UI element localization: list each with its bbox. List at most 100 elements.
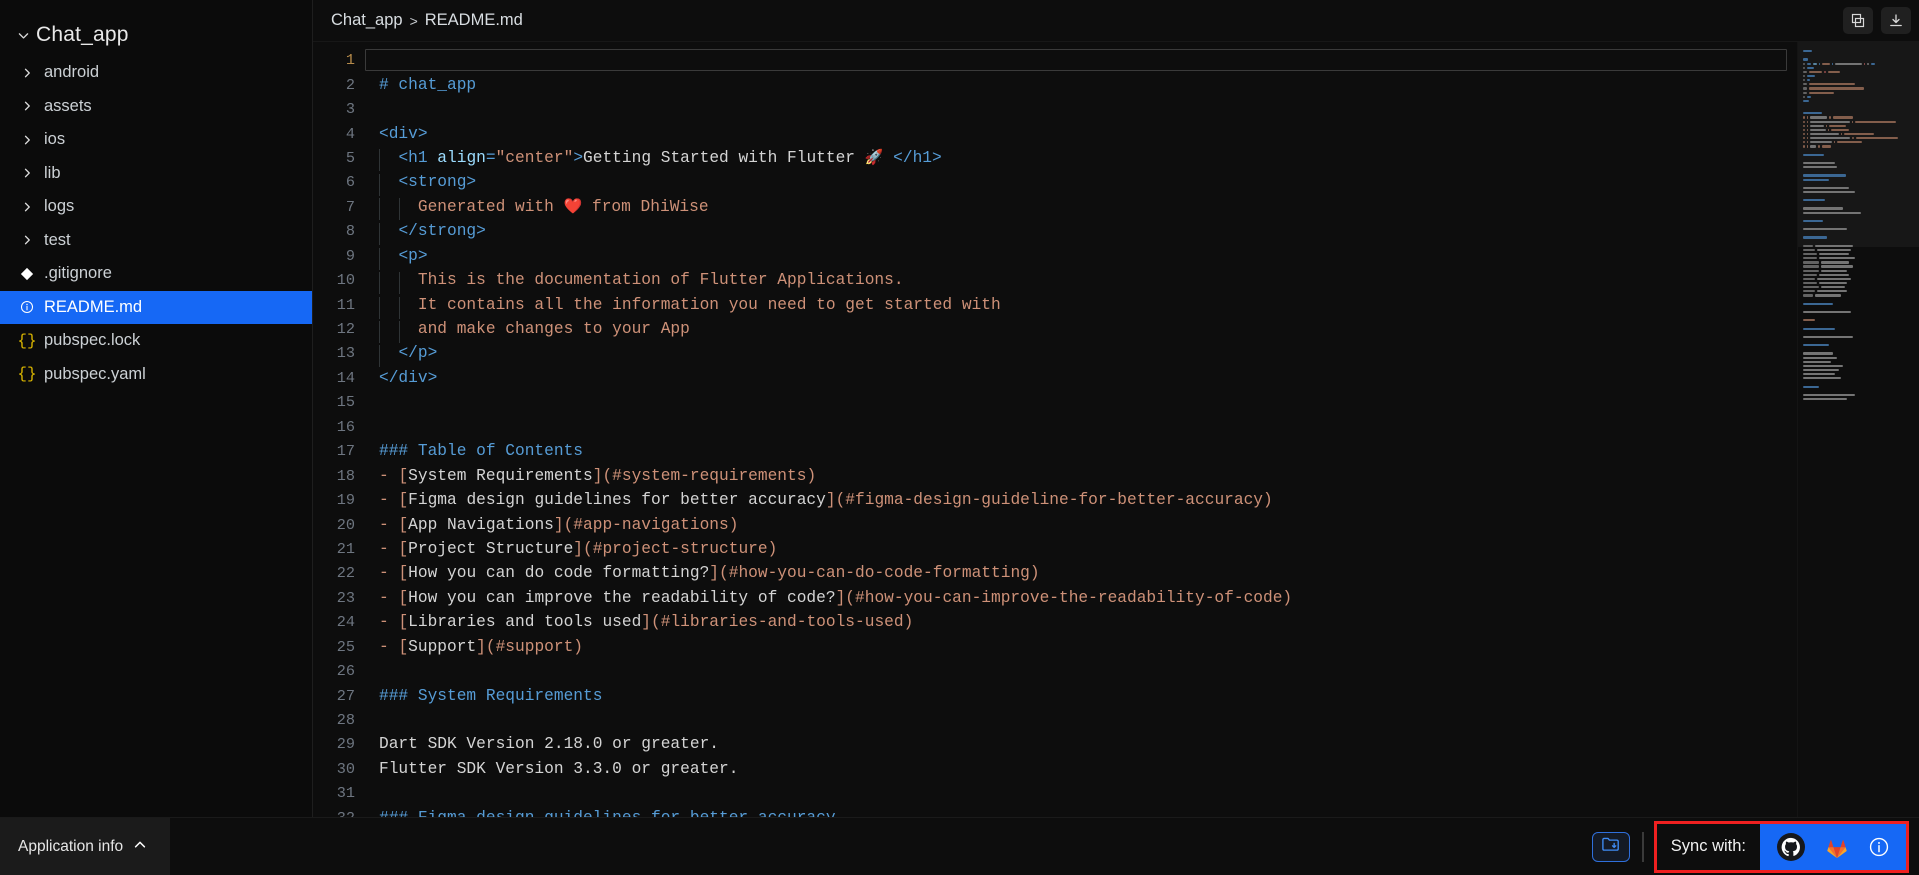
git-icon xyxy=(16,267,38,281)
minimap-segment xyxy=(1803,236,1827,239)
minimap-segment xyxy=(1806,145,1809,148)
code-token: (#support) xyxy=(485,637,584,656)
code-token: = xyxy=(485,149,496,168)
code-line[interactable]: 28 xyxy=(313,708,1797,732)
sidebar-item-gitignore[interactable]: .gitignore xyxy=(0,257,312,291)
indent-guide xyxy=(379,198,380,221)
minimap-line xyxy=(1803,248,1914,252)
code-token: ] xyxy=(641,613,652,632)
code-token: Figma design guidelines for better accur… xyxy=(408,491,826,510)
line-number: 30 xyxy=(336,759,355,778)
line-number: 31 xyxy=(336,784,355,803)
code-line[interactable]: 31 xyxy=(313,781,1797,805)
code-line[interactable]: 1 xyxy=(313,48,1797,72)
chevron-right-icon[interactable] xyxy=(16,201,38,213)
code-line[interactable]: 32 ### Figma design guidelines for better… xyxy=(313,806,1797,817)
sidebar-item-readme-md[interactable]: README.md xyxy=(0,290,312,324)
code-line[interactable]: 22 - [How you can do code formatting?](#h… xyxy=(313,561,1797,585)
code-line[interactable]: 9 <p> xyxy=(313,244,1797,270)
code-line[interactable]: 27 ### System Requirements xyxy=(313,683,1797,707)
sidebar-item-ios[interactable]: ios xyxy=(0,123,312,157)
minimap[interactable] xyxy=(1797,42,1919,817)
code-line[interactable]: 23 - [How you can improve the readability… xyxy=(313,586,1797,610)
minimap-segment xyxy=(1829,124,1846,127)
minimap-segment xyxy=(1803,360,1831,363)
code-editor[interactable]: 1 2 # chat_app 3 4 <div> 5 <h1 align="center">… xyxy=(313,42,1797,817)
code-line[interactable]: 4 <div> xyxy=(313,121,1797,145)
code-line[interactable]: 6 <strong> xyxy=(313,170,1797,197)
minimap-segment xyxy=(1803,393,1855,396)
sidebar-item-lib[interactable]: lib xyxy=(0,157,312,191)
application-info-button[interactable]: Application info xyxy=(0,817,170,875)
code-line[interactable]: 30 Flutter SDK Version 3.3.0 or greater. xyxy=(313,757,1797,781)
sidebar-item-pubspec-lock[interactable]: {} pubspec.lock xyxy=(0,324,312,358)
code-line[interactable]: 17 ### Table of Contents xyxy=(313,439,1797,463)
code-line[interactable]: 7 Generated with ❤️ from DhiWise xyxy=(313,195,1797,221)
markdown-info-icon xyxy=(16,300,38,314)
code-line[interactable]: 29 Dart SDK Version 2.18.0 or greater. xyxy=(313,732,1797,756)
code-line[interactable]: 21 - [Project Structure](#project-structu… xyxy=(313,537,1797,561)
code-line[interactable]: 20 - [App Navigations](#app-navigations) xyxy=(313,512,1797,536)
project-root-row[interactable]: Chat_app xyxy=(0,14,312,56)
minimap-segment xyxy=(1803,352,1833,355)
chevron-right-icon[interactable] xyxy=(16,67,38,79)
minimap-line xyxy=(1803,381,1914,384)
chevron-right-icon[interactable] xyxy=(16,234,38,246)
line-number: 9 xyxy=(345,246,355,265)
code-token: ] xyxy=(573,539,584,558)
code-line[interactable]: 2 # chat_app xyxy=(313,72,1797,96)
code-line[interactable]: 24 - [Libraries and tools used](#librarie… xyxy=(313,610,1797,634)
code-token: [ xyxy=(398,613,409,632)
code-line[interactable]: 15 xyxy=(313,390,1797,414)
sidebar-item-pubspec-yaml[interactable]: {} pubspec.yaml xyxy=(0,358,312,392)
minimap-segment xyxy=(1803,319,1815,322)
code-token: # chat_app xyxy=(379,75,477,94)
code-line[interactable]: 10 This is the documentation of Flutter … xyxy=(313,268,1797,295)
code-line[interactable]: 5 <h1 align="center">Getting Started wit… xyxy=(313,146,1797,172)
breadcrumb-file[interactable]: README.md xyxy=(425,11,523,30)
code-line[interactable]: 25 - [Support](#support) xyxy=(313,635,1797,659)
sidebar-item-assets[interactable]: assets xyxy=(0,90,312,124)
minimap-line xyxy=(1803,282,1914,285)
sidebar-item-label: lib xyxy=(44,163,61,182)
code-line[interactable]: 14 </div> xyxy=(313,366,1797,390)
code-line[interactable]: 3 xyxy=(313,97,1797,121)
github-icon[interactable] xyxy=(1776,832,1806,862)
import-folder-button[interactable] xyxy=(1591,831,1630,862)
code-line-content: <h1 align="center">Getting Started with … xyxy=(365,148,1797,172)
code-line-content: Generated with ❤️ from DhiWise xyxy=(365,197,1797,221)
vertical-scrollbar[interactable] xyxy=(1905,42,1919,817)
code-line[interactable]: 18 - [System Requirements](#system-requir… xyxy=(313,463,1797,487)
code-token: [ xyxy=(398,539,409,558)
code-line[interactable]: 12 and make changes to your App xyxy=(313,317,1797,344)
indent-guide xyxy=(379,272,380,295)
info-icon[interactable] xyxy=(1868,836,1890,858)
sidebar-item-android[interactable]: android xyxy=(0,56,312,90)
download-button[interactable] xyxy=(1881,7,1911,34)
code-line[interactable]: 19 - [Figma design guidelines for better … xyxy=(313,488,1797,512)
code-line[interactable]: 13 </p> xyxy=(313,341,1797,368)
code-line-content: - [Libraries and tools used](#libraries-… xyxy=(365,613,1797,631)
code-token: - xyxy=(379,515,399,534)
chevron-right-icon[interactable] xyxy=(16,167,38,179)
code-line[interactable]: 26 xyxy=(313,659,1797,683)
minimap-segment xyxy=(1821,145,1831,148)
breadcrumb-project[interactable]: Chat_app xyxy=(331,11,403,30)
code-line-content: - [Support](#support) xyxy=(365,638,1797,656)
code-line[interactable]: 16 xyxy=(313,415,1797,439)
gitlab-icon[interactable] xyxy=(1822,832,1852,862)
code-line[interactable]: 8 </strong> xyxy=(313,219,1797,246)
copy-button[interactable] xyxy=(1843,7,1873,34)
chevron-down-icon[interactable] xyxy=(10,29,36,42)
code-line[interactable]: 11 It contains all the information you n… xyxy=(313,292,1797,319)
sidebar-item-test[interactable]: test xyxy=(0,224,312,258)
minimap-segment xyxy=(1803,269,1819,272)
sidebar-item-logs[interactable]: logs xyxy=(0,190,312,224)
chevron-right-icon[interactable] xyxy=(16,100,38,112)
chevron-right-icon[interactable] xyxy=(16,134,38,146)
minimap-segment xyxy=(1806,62,1811,65)
breadcrumb: Chat_app > README.md xyxy=(331,11,523,30)
minimap-line xyxy=(1803,332,1914,335)
minimap-line xyxy=(1803,265,1914,268)
indent-guide xyxy=(398,198,400,221)
